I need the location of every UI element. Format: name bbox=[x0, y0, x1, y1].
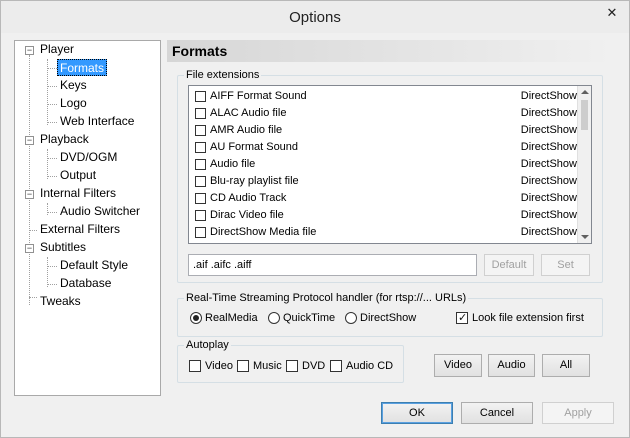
options-dialog: Options ✕ − Player Formats Keys Logo Web… bbox=[0, 0, 630, 438]
tree-item-dvd-ogm[interactable]: DVD/OGM bbox=[60, 149, 117, 166]
autoplay-all-button[interactable]: All bbox=[542, 354, 590, 377]
scroll-down-icon[interactable] bbox=[581, 235, 589, 239]
extension-checkbox[interactable] bbox=[195, 108, 206, 119]
tree-item-database[interactable]: Database bbox=[60, 275, 111, 292]
collapse-internal-filters-icon[interactable]: − bbox=[25, 190, 34, 199]
scroll-up-icon[interactable] bbox=[581, 90, 589, 94]
autoplay-dvd-checkbox[interactable] bbox=[286, 360, 298, 372]
quicktime-label[interactable]: QuickTime bbox=[283, 311, 335, 325]
apply-button[interactable]: Apply bbox=[542, 402, 614, 424]
tree-item-tweaks[interactable]: Tweaks bbox=[40, 293, 81, 310]
autoplay-audio-button[interactable]: Audio bbox=[488, 354, 535, 377]
autoplay-video-label[interactable]: Video bbox=[205, 359, 233, 373]
tree-item-subtitles[interactable]: Subtitles bbox=[40, 239, 86, 256]
list-item[interactable]: Dirac Video file DirectShow bbox=[189, 207, 577, 224]
list-scrollbar[interactable] bbox=[577, 86, 591, 243]
list-item[interactable]: Audio file DirectShow bbox=[189, 156, 577, 173]
extension-checkbox[interactable] bbox=[195, 142, 206, 153]
directshow-label[interactable]: DirectShow bbox=[360, 311, 416, 325]
tree-item-default-style[interactable]: Default Style bbox=[60, 257, 128, 274]
list-item[interactable]: DirectShow Media file DirectShow bbox=[189, 224, 577, 241]
tree-item-web-interface[interactable]: Web Interface bbox=[60, 113, 134, 130]
list-item[interactable]: AIFF Format Sound DirectShow bbox=[189, 88, 577, 105]
file-extensions-label: File extensions bbox=[184, 68, 262, 82]
ok-button[interactable]: OK bbox=[381, 402, 453, 424]
extension-checkbox[interactable] bbox=[195, 193, 206, 204]
collapse-subtitles-icon[interactable]: − bbox=[25, 244, 34, 253]
cancel-button[interactable]: Cancel bbox=[461, 402, 533, 424]
set-button[interactable]: Set bbox=[541, 254, 590, 276]
look-extension-checkbox[interactable] bbox=[456, 311, 468, 324]
collapse-player-icon[interactable]: − bbox=[25, 46, 34, 55]
realmedia-radio[interactable] bbox=[190, 312, 202, 324]
default-button[interactable]: Default bbox=[484, 254, 534, 276]
tree-item-external-filters[interactable]: External Filters bbox=[40, 221, 120, 238]
window-title: Options bbox=[289, 9, 341, 26]
tree-item-output[interactable]: Output bbox=[60, 167, 96, 184]
file-extensions-list[interactable]: AIFF Format Sound DirectShow ALAC Audio f… bbox=[188, 85, 592, 244]
settings-tree[interactable]: − Player Formats Keys Logo Web Interface… bbox=[14, 40, 161, 396]
extension-checkbox[interactable] bbox=[195, 125, 206, 136]
extension-checkbox[interactable] bbox=[195, 176, 206, 187]
extension-checkbox[interactable] bbox=[195, 227, 206, 238]
quicktime-radio[interactable] bbox=[268, 312, 280, 324]
autoplay-label: Autoplay bbox=[184, 338, 231, 352]
look-extension-label[interactable]: Look file extension first bbox=[472, 311, 584, 325]
rtsp-label: Real-Time Streaming Protocol handler (fo… bbox=[184, 291, 469, 305]
collapse-playback-icon[interactable]: − bbox=[25, 136, 34, 145]
title-bar: Options ✕ bbox=[1, 1, 629, 33]
autoplay-video-checkbox[interactable] bbox=[189, 360, 201, 372]
close-icon[interactable]: ✕ bbox=[601, 3, 623, 23]
list-item[interactable]: CD Audio Track DirectShow bbox=[189, 190, 577, 207]
tree-item-formats[interactable]: Formats bbox=[57, 59, 108, 76]
autoplay-music-label[interactable]: Music bbox=[253, 359, 282, 373]
autoplay-music-checkbox[interactable] bbox=[237, 360, 249, 372]
autoplay-audio-cd-label[interactable]: Audio CD bbox=[346, 359, 393, 373]
autoplay-audio-cd-checkbox[interactable] bbox=[330, 360, 342, 372]
tree-item-audio-switcher[interactable]: Audio Switcher bbox=[60, 203, 140, 220]
extension-checkbox[interactable] bbox=[195, 159, 206, 170]
extensions-input[interactable]: .aif .aifc .aiff bbox=[188, 254, 477, 276]
autoplay-video-button[interactable]: Video bbox=[434, 354, 482, 377]
extension-checkbox[interactable] bbox=[195, 91, 206, 102]
list-item[interactable]: Blu-ray playlist file DirectShow bbox=[189, 173, 577, 190]
tree-item-internal-filters[interactable]: Internal Filters bbox=[40, 185, 116, 202]
list-item[interactable]: ALAC Audio file DirectShow bbox=[189, 105, 577, 122]
tree-item-playback[interactable]: Playback bbox=[40, 131, 89, 148]
realmedia-label[interactable]: RealMedia bbox=[205, 311, 258, 325]
page-title: Formats bbox=[172, 43, 228, 59]
extension-checkbox[interactable] bbox=[195, 210, 206, 221]
autoplay-dvd-label[interactable]: DVD bbox=[302, 359, 325, 373]
tree-item-keys[interactable]: Keys bbox=[60, 77, 87, 94]
page-header: Formats bbox=[167, 40, 614, 62]
list-item[interactable]: AU Format Sound DirectShow bbox=[189, 139, 577, 156]
directshow-radio[interactable] bbox=[345, 312, 357, 324]
scroll-thumb[interactable] bbox=[581, 100, 588, 130]
tree-item-player[interactable]: Player bbox=[40, 41, 74, 58]
tree-item-logo[interactable]: Logo bbox=[60, 95, 87, 112]
list-item[interactable]: AMR Audio file DirectShow bbox=[189, 122, 577, 139]
